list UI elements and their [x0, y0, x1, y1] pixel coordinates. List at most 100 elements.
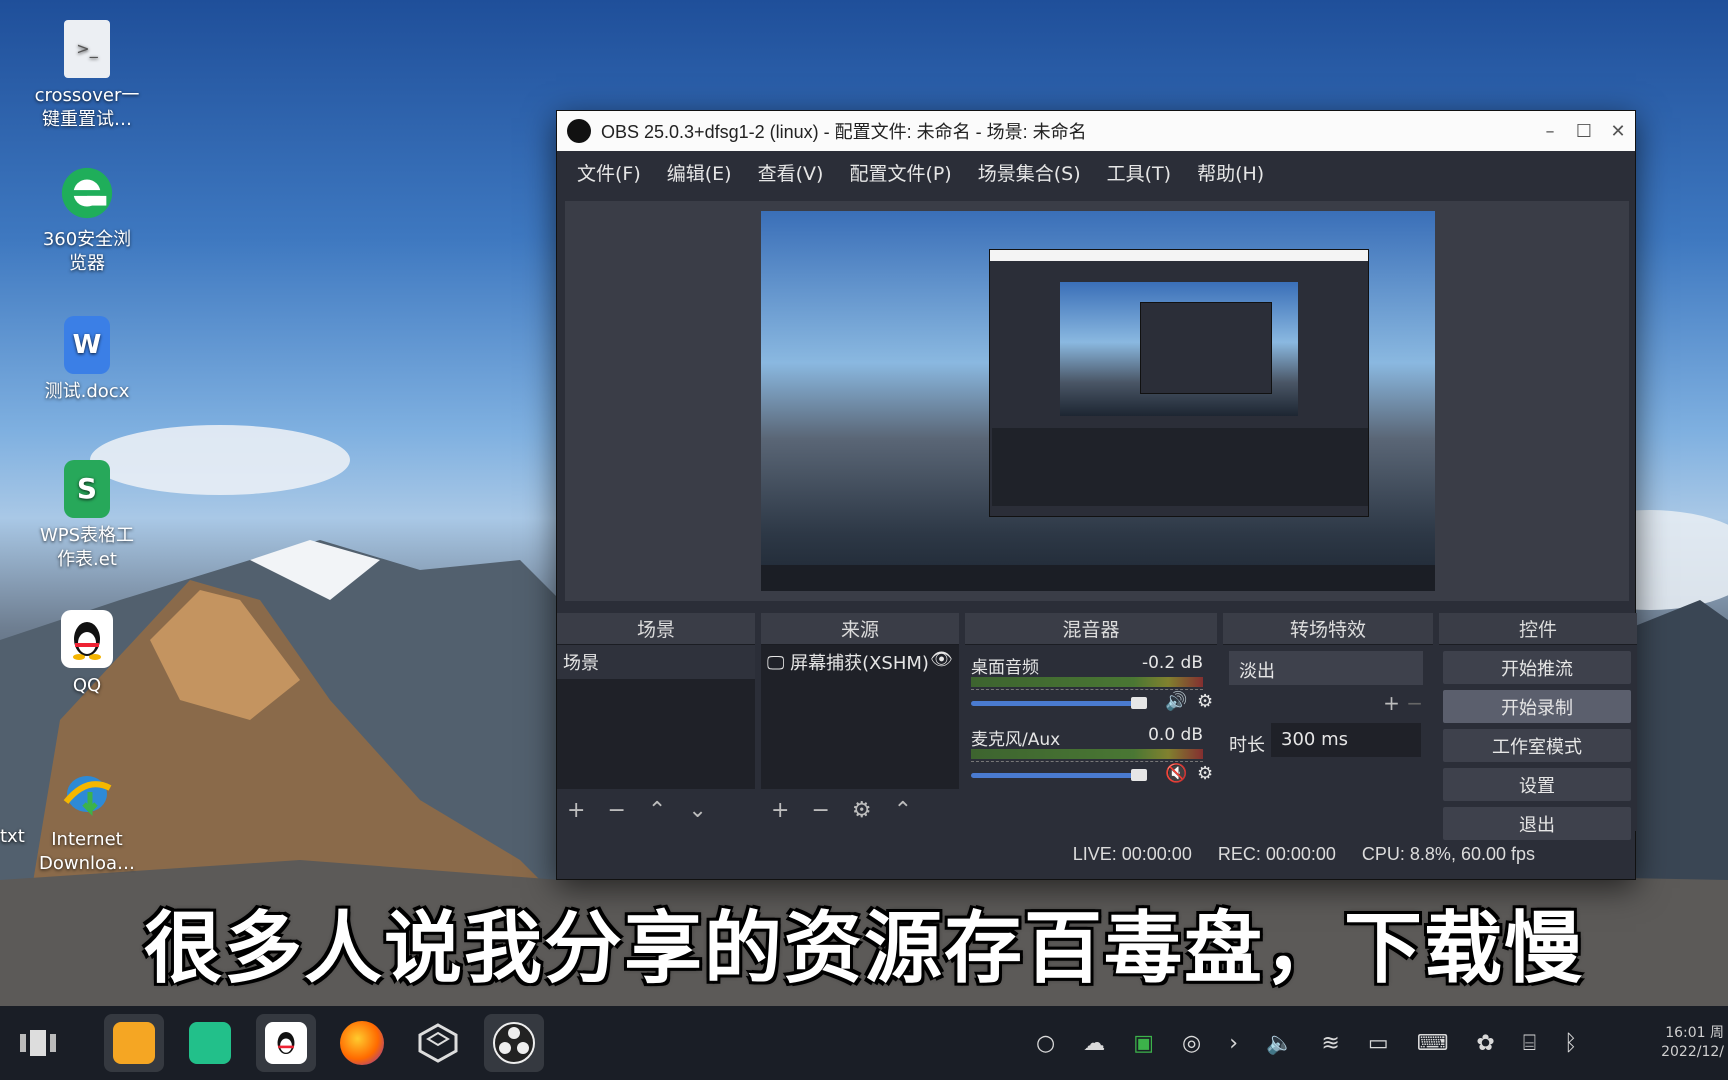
speaker-icon[interactable]: 🔊 [1165, 691, 1187, 712]
obs-titlebar[interactable]: OBS 25.0.3+dfsg1-2 (linux) - 配置文件: 未命名 -… [557, 111, 1635, 151]
desktop-icon-internet-download[interactable]: Internet Downloa… [22, 764, 152, 876]
nvidia-icon[interactable]: ▣ [1133, 1031, 1154, 1056]
start-recording-button[interactable]: 开始录制 [1443, 690, 1631, 723]
monitor-icon: 🖵 [767, 653, 791, 674]
search-icon[interactable]: ○ [1036, 1031, 1055, 1056]
taskbar: ○ ☁ ▣ ◎ › 🔈 ≋ ▭ ⌨ ✿ ⌸ ᛒ 16:01 周 2022/12/ [0, 1006, 1728, 1080]
move-up-icon[interactable]: ⌃ [894, 798, 912, 823]
multitask-view-icon[interactable] [8, 1014, 68, 1072]
scenes-list: 场景 [557, 645, 755, 789]
wifi-icon[interactable]: ≋ [1321, 1031, 1339, 1056]
mixer-channel-mic: 麦克风/Aux 0.0 dB 🔇 ⚙ [965, 717, 1217, 789]
start-streaming-button[interactable]: 开始推流 [1443, 651, 1631, 684]
cube-icon [418, 1023, 458, 1063]
preview-taskbar [761, 565, 1435, 591]
menu-tools[interactable]: 工具(T) [1107, 159, 1171, 186]
desktop-icon-crossover[interactable]: >_ crossover一 键重置试… [22, 20, 152, 132]
add-source-button[interactable]: + [771, 798, 789, 823]
firefox-icon [340, 1021, 384, 1065]
volume-slider[interactable] [971, 697, 1147, 709]
chevron-right-icon[interactable]: › [1229, 1031, 1238, 1056]
menu-view[interactable]: 查看(V) [758, 159, 824, 186]
channel-db: 0.0 dB [1148, 725, 1203, 745]
mail-app[interactable] [180, 1014, 240, 1072]
minimize-icon[interactable]: – [1533, 121, 1567, 142]
desktop-icon-qq[interactable]: QQ [22, 610, 152, 698]
maximize-icon[interactable]: ☐ [1567, 121, 1601, 142]
menu-help[interactable]: 帮助(H) [1197, 159, 1264, 186]
source-settings-gear-icon[interactable]: ⚙ [852, 798, 872, 823]
virtualbox-app[interactable] [408, 1014, 468, 1072]
desktop-icon-test-docx[interactable]: W 测试.docx [22, 316, 152, 404]
qq-penguin-icon [265, 1022, 307, 1064]
menu-edit[interactable]: 编辑(E) [667, 159, 732, 186]
scene-item[interactable]: 场景 [557, 645, 755, 679]
close-icon[interactable]: ✕ [1601, 121, 1635, 142]
sources-dock: 来源 🖵 屏幕捕获(XSHM) 👁 + − ⚙ ⌃ [761, 613, 959, 831]
preview-canvas[interactable] [761, 211, 1435, 591]
desktop-icon-label: 览器 [69, 253, 105, 274]
duration-input[interactable]: 300 ms [1271, 723, 1421, 757]
qq-penguin-icon [61, 610, 113, 668]
source-name: 屏幕捕获(XSHM) [790, 653, 929, 674]
desktop-icon-label: 测试.docx [44, 381, 130, 402]
qq-app[interactable] [256, 1014, 316, 1072]
system-tray: ○ ☁ ▣ ◎ › 🔈 ≋ ▭ ⌨ ✿ ⌸ ᛒ [1036, 1006, 1577, 1080]
clock-date: 2022/12/ [1661, 1044, 1724, 1060]
input-method-icon[interactable]: ⌸ [1523, 1031, 1536, 1056]
eye-icon[interactable]: 👁 [930, 649, 953, 675]
window-title: OBS 25.0.3+dfsg1-2 (linux) - 配置文件: 未命名 -… [601, 122, 1087, 142]
add-scene-button[interactable]: + [567, 798, 585, 823]
gear-icon[interactable]: ⚙ [1197, 763, 1213, 784]
menu-scene-collection[interactable]: 场景集合(S) [978, 159, 1081, 186]
keyboard-icon[interactable]: ⌨ [1417, 1031, 1449, 1056]
desktop-icon-label: WPS表格工 [39, 525, 135, 546]
file-manager-app[interactable] [104, 1014, 164, 1072]
volume-slider[interactable] [971, 769, 1147, 781]
obs-window[interactable]: OBS 25.0.3+dfsg1-2 (linux) - 配置文件: 未命名 -… [556, 110, 1637, 880]
audio-meter [971, 749, 1203, 759]
scenes-dock: 场景 场景 + − ⌃ ⌄ [557, 613, 755, 831]
desktop-icon-label: 作表.et [57, 549, 117, 570]
volume-icon[interactable]: 🔈 [1266, 1031, 1293, 1056]
spreadsheet-icon: S [64, 460, 110, 518]
mail-icon [189, 1022, 231, 1064]
cpu-usage: CPU: 8.8%, 60.00 fps [1361, 843, 1535, 864]
gear-icon[interactable]: ⚙ [1197, 691, 1213, 712]
move-up-icon[interactable]: ⌃ [648, 798, 666, 823]
controls-dock: 控件 开始推流 开始录制 工作室模式 设置 退出 [1439, 613, 1637, 840]
transition-select[interactable]: 淡出 [1229, 651, 1423, 685]
channel-name: 麦克风/Aux [971, 730, 1061, 750]
palette-icon[interactable]: ✿ [1476, 1031, 1494, 1056]
source-item[interactable]: 🖵 屏幕捕获(XSHM) 👁 [761, 645, 959, 679]
cloud-icon[interactable]: ☁ [1083, 1031, 1105, 1056]
word-doc-icon: W [64, 316, 110, 374]
desktop-icon-label: crossover一 [34, 85, 140, 106]
studio-mode-button[interactable]: 工作室模式 [1443, 729, 1631, 762]
scenes-dock-title: 场景 [557, 613, 755, 645]
firefox-app[interactable] [332, 1014, 392, 1072]
clock[interactable]: 16:01 周 2022/12/ [1661, 1024, 1724, 1062]
add-transition-button[interactable]: + − [1383, 691, 1423, 715]
audio-meter [971, 677, 1203, 687]
desktop-icon-wps-et[interactable]: S WPS表格工 作表.et [22, 460, 152, 572]
settings-button[interactable]: 设置 [1443, 768, 1631, 801]
mixer-channels: 桌面音频 -0.2 dB 🔊 ⚙ 麦克风/Aux 0.0 dB 🔇 ⚙ [965, 645, 1217, 831]
menu-profile[interactable]: 配置文件(P) [849, 159, 951, 186]
desktop-icon-360-browser[interactable]: 360安全浏 览器 [22, 164, 152, 276]
360-browser-icon [58, 164, 116, 222]
remove-source-button[interactable]: − [811, 798, 829, 823]
menu-file[interactable]: 文件(F) [577, 159, 641, 186]
status-bar: LIVE: 00:00:00 REC: 00:00:00 CPU: 8.8%, … [557, 829, 1635, 879]
bluetooth-icon[interactable]: ᛒ [1564, 1031, 1577, 1056]
duration-label: 时长 [1229, 735, 1265, 756]
sources-list: 🖵 屏幕捕获(XSHM) 👁 [761, 645, 959, 789]
speaker-muted-icon[interactable]: 🔇 [1165, 763, 1187, 784]
move-down-icon[interactable]: ⌄ [688, 798, 706, 823]
obs-app[interactable] [484, 1014, 544, 1072]
obs-tray-icon[interactable]: ◎ [1182, 1031, 1201, 1056]
remove-scene-button[interactable]: − [607, 798, 625, 823]
clock-time: 16:01 周 [1665, 1025, 1724, 1041]
notification-icon[interactable]: ▭ [1368, 1031, 1389, 1056]
controls-dock-title: 控件 [1439, 613, 1637, 645]
